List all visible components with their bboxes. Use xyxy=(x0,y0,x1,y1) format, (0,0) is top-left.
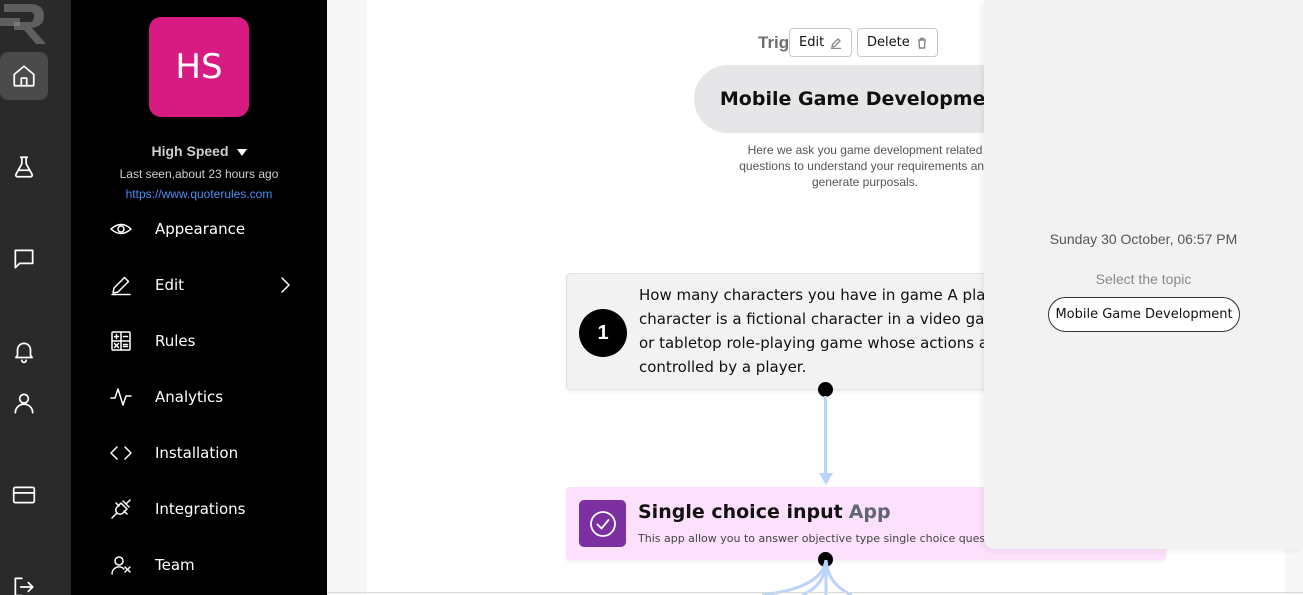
avatar[interactable]: HS xyxy=(149,17,249,117)
branch-connectors xyxy=(762,560,853,595)
edit-trigger-button[interactable]: Edit xyxy=(789,28,853,57)
chevron-right-icon xyxy=(281,277,290,293)
menu-item-installation[interactable]: Installation xyxy=(109,435,309,471)
caret-down-icon xyxy=(236,148,247,156)
menu-label: Team xyxy=(155,556,195,574)
website-link[interactable]: https://www.quoterules.com xyxy=(71,187,327,201)
rail-logout-button[interactable] xyxy=(0,563,48,595)
arrow-down-icon xyxy=(819,473,833,485)
bell-icon xyxy=(15,342,33,364)
sidebar: HS High Speed Last seen,about 23 hours a… xyxy=(71,0,327,595)
menu-item-edit[interactable]: Edit xyxy=(109,267,309,303)
menu-label: Analytics xyxy=(155,388,224,406)
menu-item-analytics[interactable]: Analytics xyxy=(109,379,309,415)
edit-trigger-label: Edit xyxy=(799,35,825,50)
user-icon xyxy=(14,393,34,414)
connector-handle[interactable] xyxy=(818,382,833,397)
delete-trigger-button[interactable]: Delete xyxy=(857,28,938,57)
connector-line xyxy=(824,396,827,474)
trash-icon xyxy=(917,37,926,49)
last-seen-text: Last seen,about 23 hours ago xyxy=(119,167,279,181)
panel-prompt: Select the topic xyxy=(1095,271,1192,287)
topic-option-button[interactable]: Mobile Game Development xyxy=(1048,297,1240,332)
trigger-node[interactable]: Mobile Game Development xyxy=(694,65,1034,133)
app-icon-box xyxy=(579,500,626,547)
flask-icon xyxy=(14,156,34,178)
icon-rail xyxy=(0,0,71,595)
trigger-description: Here we ask you game development related… xyxy=(739,143,991,189)
app-title-text: Single choice input xyxy=(638,501,843,523)
rail-chat-button[interactable] xyxy=(0,235,48,283)
question-number-badge: 1 xyxy=(579,309,627,357)
logout-icon xyxy=(14,577,34,595)
menu-label: Installation xyxy=(155,444,239,462)
pencil-icon xyxy=(831,37,842,49)
team-icon xyxy=(111,556,131,575)
profile-name: High Speed xyxy=(151,143,229,159)
menu-label: Edit xyxy=(155,276,185,294)
rail-lab-button[interactable] xyxy=(0,143,48,191)
menu-label: Integrations xyxy=(155,500,246,518)
rail-profile-button[interactable] xyxy=(0,379,48,427)
code-icon xyxy=(110,446,132,460)
menu-label: Rules xyxy=(155,332,196,350)
profile-name-dropdown[interactable]: High Speed xyxy=(71,143,327,159)
menu-label: Appearance xyxy=(155,220,246,238)
eye-icon xyxy=(110,223,132,235)
menu-item-team[interactable]: Team xyxy=(109,547,309,583)
rail-home-button[interactable] xyxy=(0,52,48,100)
menu-item-appearance[interactable]: Appearance xyxy=(109,211,309,247)
brand-logo-icon xyxy=(0,4,46,44)
rail-notifications-button[interactable] xyxy=(0,327,48,375)
app-title: Single choice input App xyxy=(638,501,891,523)
bottom-divider xyxy=(327,592,1303,593)
panel-date: Sunday 30 October, 06:57 PM xyxy=(1049,231,1238,247)
chat-preview-panel: Sunday 30 October, 06:57 PM Select the t… xyxy=(984,0,1303,549)
rail-billing-button[interactable] xyxy=(0,471,48,519)
pulse-icon xyxy=(110,388,132,406)
delete-trigger-label: Delete xyxy=(867,35,910,50)
rules-icon xyxy=(111,331,131,351)
app-description: This app allow you to answer objective t… xyxy=(638,532,1016,545)
credit-card-icon xyxy=(12,486,36,504)
plug-icon xyxy=(111,499,131,519)
menu-item-integrations[interactable]: Integrations xyxy=(109,491,309,527)
home-icon xyxy=(13,65,35,87)
app-badge: App xyxy=(848,501,891,523)
check-circle-icon xyxy=(589,510,616,537)
pen-icon xyxy=(111,276,131,296)
chat-icon xyxy=(14,249,34,269)
question-text: How many characters you have in game A p… xyxy=(639,286,1010,376)
menu-item-rules[interactable]: Rules xyxy=(109,323,309,359)
